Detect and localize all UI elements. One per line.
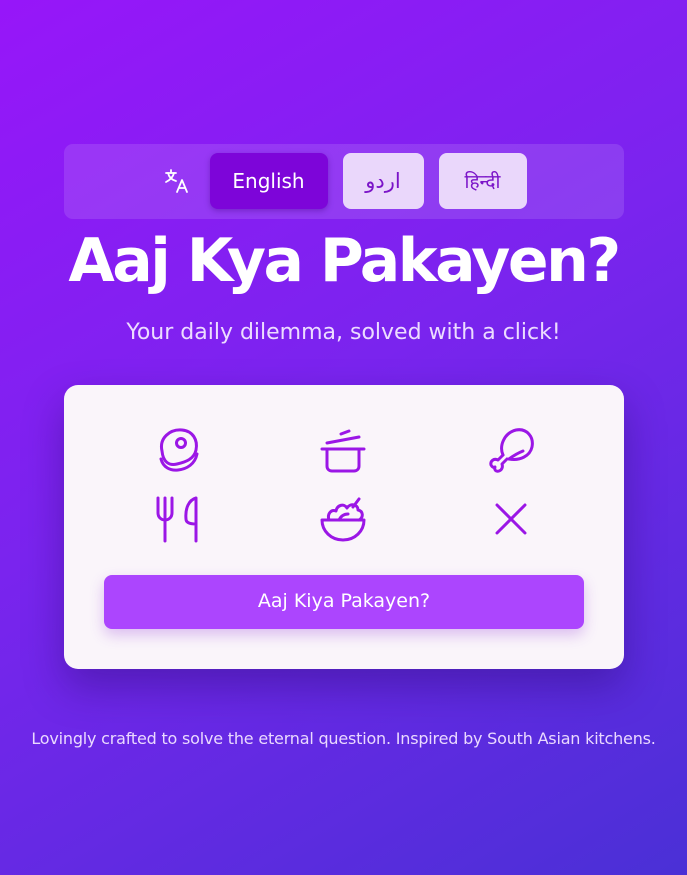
- translate-icon: [162, 166, 192, 196]
- close-icon: [487, 495, 535, 543]
- page-title: Aaj Kya Pakayen?: [68, 226, 621, 296]
- footer-text: Lovingly crafted to solve the eternal qu…: [31, 729, 656, 748]
- suggest-dish-button[interactable]: Aaj Kiya Pakayen?: [104, 575, 584, 629]
- salad-bowl-icon: [319, 495, 367, 543]
- chicken-leg-icon: [487, 426, 535, 474]
- meat-icon: [153, 426, 201, 474]
- fork-knife-icon: [153, 495, 201, 543]
- page-subtitle: Your daily dilemma, solved with a click!: [126, 320, 561, 345]
- language-english-button[interactable]: English: [209, 152, 328, 209]
- language-switcher: English اردو हिन्दी: [64, 144, 624, 219]
- language-urdu-button[interactable]: اردو: [342, 152, 424, 209]
- suggestion-card: Aaj Kiya Pakayen?: [64, 385, 624, 669]
- cooking-pot-icon: [319, 426, 367, 474]
- language-hindi-button[interactable]: हिन्दी: [438, 152, 527, 209]
